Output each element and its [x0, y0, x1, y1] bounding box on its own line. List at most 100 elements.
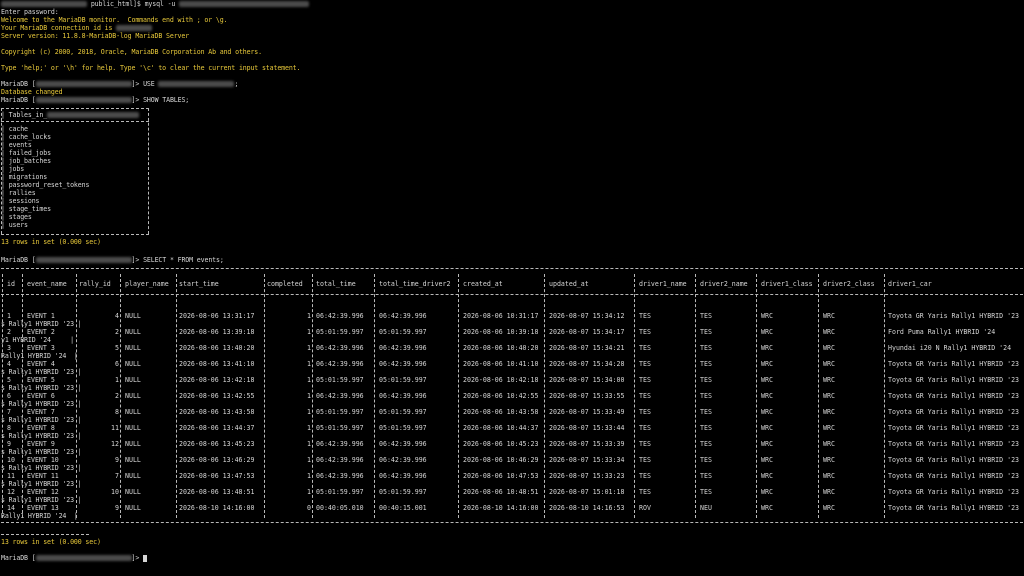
- prompt-suffix: ]>: [131, 80, 140, 88]
- cell-created-at: 2026-08-06 10:41:10: [463, 360, 539, 368]
- tables-box-top-border: [1, 108, 149, 109]
- cell-driver2-name: TES: [700, 392, 712, 400]
- column-separator: [2, 274, 3, 518]
- tables-header-row: | Tables_in_: [1, 111, 140, 119]
- cell-id: 1: [7, 312, 11, 320]
- cell-driver2-name: TES: [700, 456, 712, 464]
- cell-created-at: 2026-08-06 10:31:17: [463, 312, 539, 320]
- cell-total-time-driver2: 05:01:59.997: [379, 424, 427, 432]
- prompt-prefix: MariaDB [: [1, 554, 36, 562]
- column-separator: [374, 274, 375, 518]
- wrapped-row-overflow: s Rally1 HYBRID '23 |: [1, 464, 82, 472]
- cell-total-time-driver2: 05:01:59.997: [379, 328, 427, 336]
- cell-event-name: EVENT 11: [27, 472, 59, 480]
- cell-total-time: 06:42:39.996: [316, 456, 364, 464]
- cell-updated-at: 2026-08-07 15:33:34: [549, 456, 625, 464]
- cell-created-at: 2026-08-06 10:42:55: [463, 392, 539, 400]
- welcome-line: Welcome to the MariaDB monitor. Commands…: [1, 16, 228, 24]
- cell-player-name: NULL: [125, 456, 141, 464]
- cell-driver1-name: TES: [639, 440, 651, 448]
- cell-driver1-car: Toyota GR Yaris Rally1 HYBRID '23: [888, 472, 1020, 480]
- cell-driver1-car: Toyota GR Yaris Rally1 HYBRID '23: [888, 424, 1020, 432]
- cell-driver1-class: WRC: [761, 408, 773, 416]
- table-name-row: | job_batches: [1, 157, 51, 165]
- cell-driver1-name: TES: [639, 392, 651, 400]
- cell-rally-id: 9: [115, 456, 119, 464]
- cell-start-time: 2026-08-06 13:41:10: [179, 360, 255, 368]
- wrapped-row-overflow: s Rally1 HYBRID '23 |: [1, 384, 82, 392]
- redacted-text: [35, 555, 132, 561]
- cell-event-name: EVENT 2: [27, 328, 55, 336]
- cell-driver1-name: TES: [639, 472, 651, 480]
- cell-total-time: 00:40:05.010: [316, 504, 364, 512]
- cell-completed: 1: [307, 360, 311, 368]
- cell-created-at: 2026-08-06 10:46:29: [463, 456, 539, 464]
- cell-driver1-class: WRC: [761, 392, 773, 400]
- cell-driver2-name: TES: [700, 360, 712, 368]
- cell-driver1-car: Toyota GR Yaris Rally1 HYBRID '23: [888, 440, 1020, 448]
- cell-driver2-class: WRC: [823, 472, 835, 480]
- cell-start-time: 2026-08-06 13:42:55: [179, 392, 255, 400]
- cell-driver2-class: WRC: [823, 312, 835, 320]
- redacted-text: [179, 1, 310, 7]
- column-header-driver2-class: driver2_class: [823, 280, 875, 288]
- cell-total-time: 06:42:39.996: [316, 392, 364, 400]
- cell-rally-id: 6: [115, 360, 119, 368]
- events-table-wrap-border: [1, 534, 89, 535]
- database-changed-line: Database changed: [1, 88, 63, 96]
- tables-rowcount: 13 rows in set (0.000 sec): [1, 238, 101, 246]
- cell-driver1-class: WRC: [761, 360, 773, 368]
- cell-driver1-car: Toyota GR Yaris Rally1 HYBRID '23: [888, 392, 1020, 400]
- cell-rally-id: 9: [115, 504, 119, 512]
- table-row: 1 EVENT 1 4 NULL 2026-08-06 13:31:17 1 06:42:3…: [1, 312, 1023, 320]
- cell-created-at: 2026-08-06 10:43:58: [463, 408, 539, 416]
- cell-total-time: 06:42:39.996: [316, 360, 364, 368]
- cell-driver2-name: TES: [700, 488, 712, 496]
- column-separator: [176, 274, 177, 518]
- column-header-start-time: start_time: [179, 280, 219, 288]
- cell-driver2-name: TES: [700, 312, 712, 320]
- connection-id-label: Your MariaDB connection id is: [1, 24, 113, 32]
- table-row: 9 EVENT 9 12 NULL 2026-08-06 13:45:23 1 06:42:…: [1, 440, 1023, 448]
- current-prompt-line[interactable]: MariaDB []>: [1, 554, 148, 562]
- cell-driver1-car: Toyota GR Yaris Rally1 HYBRID '23: [888, 408, 1020, 416]
- column-separator: [634, 274, 635, 518]
- copyright-line: Copyright (c) 2000, 2018, Oracle, MariaD…: [1, 48, 262, 56]
- events-table-header: id event_name rally_id player_name start_tim…: [1, 280, 1023, 288]
- column-header-driver1-car: driver1_car: [888, 280, 932, 288]
- cell-driver1-name: TES: [639, 488, 651, 496]
- cell-completed: 1: [307, 312, 311, 320]
- cell-start-time: 2026-08-06 13:43:58: [179, 408, 255, 416]
- cell-driver1-class: WRC: [761, 424, 773, 432]
- cell-start-time: 2026-08-06 13:40:20: [179, 344, 255, 352]
- cell-event-name: EVENT 9: [27, 440, 55, 448]
- column-separator: [22, 274, 23, 518]
- events-table-bottom-border: [1, 522, 1023, 523]
- column-header-event-name: event_name: [27, 280, 67, 288]
- cell-player-name: NULL: [125, 360, 141, 368]
- cell-total-time-driver2: 06:42:39.996: [379, 360, 427, 368]
- wrapped-row-overflow: Rally1 HYBRID '24 |: [1, 352, 78, 360]
- cell-event-name: EVENT 3: [27, 344, 55, 352]
- cell-created-at: 2026-08-06 10:40:20: [463, 344, 539, 352]
- terminal-window[interactable]: public_html]$ mysql -u Enter password: W…: [0, 0, 1024, 576]
- cell-driver2-name: TES: [700, 344, 712, 352]
- table-name-row: | password_reset_tokens: [1, 181, 90, 189]
- cell-id: 10: [7, 456, 15, 464]
- table-name: failed_jobs: [8, 149, 51, 157]
- cell-driver1-class: WRC: [761, 312, 773, 320]
- cell-id: 7: [7, 408, 11, 416]
- cell-driver2-class: WRC: [823, 488, 835, 496]
- column-separator: [818, 274, 819, 518]
- cell-created-at: 2026-08-06 10:39:18: [463, 328, 539, 336]
- cell-driver1-name: TES: [639, 344, 651, 352]
- column-separator: [756, 274, 757, 518]
- cell-total-time-driver2: 06:42:39.996: [379, 392, 427, 400]
- cell-completed: 1: [307, 392, 311, 400]
- column-separator: [312, 274, 313, 518]
- cell-updated-at: 2026-08-07 15:34:17: [549, 328, 625, 336]
- column-header-created-at: created_at: [463, 280, 503, 288]
- table-name-row: | migrations: [1, 173, 48, 181]
- cell-updated-at: 2026-08-07 15:33:44: [549, 424, 625, 432]
- cell-player-name: NULL: [125, 424, 141, 432]
